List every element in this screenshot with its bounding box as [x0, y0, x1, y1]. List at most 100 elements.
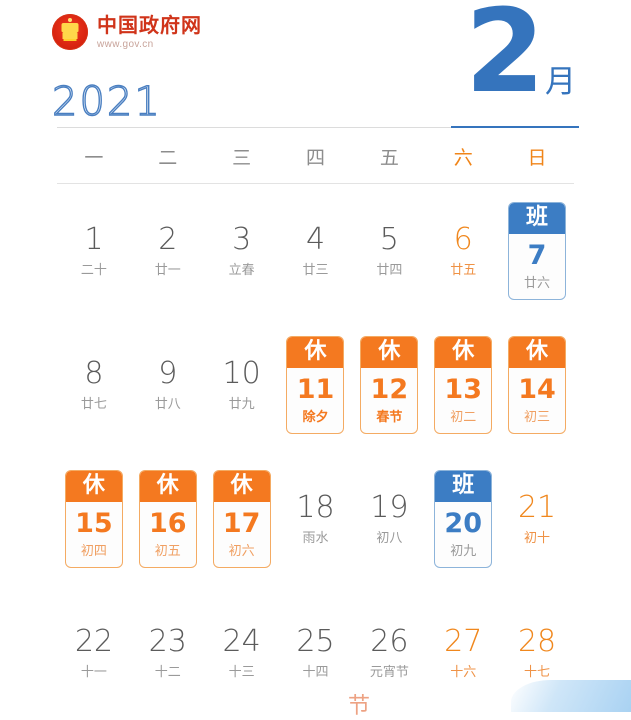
- day-plain: 6 廿五: [450, 225, 477, 278]
- day-lunar-label: 廿六: [524, 276, 551, 291]
- holiday-tag: 休: [361, 337, 418, 368]
- holiday-tag: 休: [509, 337, 566, 368]
- day-lunar-label: 廿五: [450, 263, 477, 278]
- day-plain: 26 元宵节: [369, 627, 409, 680]
- day-plain: 8 廿七: [80, 359, 107, 412]
- day-cell-4[interactable]: 4 廿三: [279, 184, 353, 318]
- day-holiday-box: 休 17 初六: [212, 470, 271, 568]
- workday-tag: 班: [509, 203, 566, 234]
- day-number: 27: [444, 624, 483, 659]
- day-plain: 9 廿八: [154, 356, 181, 412]
- day-cell-14[interactable]: 休 14 初三: [500, 318, 574, 452]
- day-lunar-label: 元宵节: [369, 665, 409, 680]
- site-title: 中国政府网: [97, 12, 202, 37]
- day-number: 23: [148, 624, 187, 659]
- day-cell-11[interactable]: 休 11 除夕: [279, 318, 353, 452]
- day-cell-7[interactable]: 班 7 廿六: [500, 184, 574, 318]
- day-cell-9[interactable]: 9 廿八: [131, 318, 205, 452]
- day-cell-24[interactable]: 24 十三: [205, 586, 279, 720]
- day-cell-19[interactable]: 19 初八: [352, 452, 426, 586]
- day-lunar-label: 廿四: [376, 263, 403, 278]
- day-cell-12[interactable]: 休 12 春节: [352, 318, 426, 452]
- day-lunar-label: 初二: [450, 410, 477, 425]
- day-number: 16: [148, 508, 187, 539]
- day-cell-23[interactable]: 23 十二: [131, 586, 205, 720]
- day-cell-5[interactable]: 5 廿四: [352, 184, 426, 318]
- day-lunar-label: 初三: [524, 410, 551, 425]
- day-holiday-box: 休 12 春节: [360, 336, 419, 434]
- day-number: 12: [370, 374, 409, 405]
- holiday-tag: 休: [65, 471, 122, 502]
- day-cell-1[interactable]: 1 二十: [57, 184, 131, 318]
- day-number: 7: [527, 240, 547, 271]
- day-lunar-label: 初四: [80, 544, 107, 559]
- day-cell-8[interactable]: 8 廿七: [57, 318, 131, 452]
- day-number: 11: [296, 374, 335, 405]
- day-cell-20[interactable]: 班 20 初九: [426, 452, 500, 586]
- day-plain: 18 雨水: [296, 493, 334, 546]
- day-lunar-label: 初十: [524, 531, 551, 546]
- holiday-tag: 休: [287, 337, 344, 368]
- day-lunar-label: 十七: [524, 665, 551, 680]
- day-plain: 3 立春: [229, 225, 255, 278]
- national-emblem-icon: [52, 14, 88, 50]
- day-plain: 22 十一: [75, 627, 113, 680]
- day-number: 21: [517, 490, 557, 525]
- day-cell-28[interactable]: 28 十七: [500, 586, 574, 720]
- day-lunar-label: 除夕: [302, 410, 329, 425]
- holiday-tag: 休: [435, 337, 492, 368]
- site-brand[interactable]: 中国政府网 www.gov.cn: [52, 14, 202, 50]
- month-number: 2: [464, 0, 545, 119]
- day-cell-3[interactable]: 3 立春: [205, 184, 279, 318]
- day-number: 9: [158, 356, 178, 391]
- day-cell-16[interactable]: 休 16 初五: [131, 452, 205, 586]
- day-cell-13[interactable]: 休 13 初二: [426, 318, 500, 452]
- day-plain: 2 廿一: [155, 222, 181, 278]
- holiday-tag: 休: [139, 471, 196, 502]
- weekday-3: 三: [232, 147, 252, 169]
- weekday-2: 二: [158, 147, 178, 169]
- day-cell-27[interactable]: 27 十六: [426, 586, 500, 720]
- day-plain: 5 廿四: [376, 225, 403, 278]
- day-number: 25: [296, 624, 335, 659]
- day-cell-22[interactable]: 22 十一: [57, 586, 131, 720]
- calendar-year: 2021: [51, 79, 162, 125]
- weekday-1: 一: [84, 147, 104, 169]
- day-cell-10[interactable]: 10 廿九: [205, 318, 279, 452]
- day-cell-2[interactable]: 2 廿一: [131, 184, 205, 318]
- day-number: 28: [517, 624, 557, 659]
- day-number: 2: [158, 222, 178, 257]
- day-cell-21[interactable]: 21 初十: [500, 452, 574, 586]
- day-lunar-label: 春节: [376, 410, 403, 425]
- day-lunar-label: 二十: [80, 263, 107, 278]
- header-divider-accent: [451, 126, 579, 128]
- day-cell-25[interactable]: 25 十四: [279, 586, 353, 720]
- day-lunar-label: 初六: [228, 544, 255, 559]
- day-number: 15: [75, 508, 113, 539]
- calendar-header: 中国政府网 www.gov.cn 2021 2 月: [0, 0, 631, 130]
- day-plain: 24 十三: [223, 627, 261, 680]
- day-holiday-box: 休 13 初二: [434, 336, 493, 434]
- day-plain: 21 初十: [517, 490, 557, 546]
- day-plain: 28 十七: [517, 624, 557, 680]
- day-lunar-label: 十四: [302, 665, 329, 680]
- day-holiday-box: 休 16 初五: [138, 470, 197, 568]
- day-holiday-box: 休 11 除夕: [286, 336, 345, 434]
- day-cell-17[interactable]: 休 17 初六: [205, 452, 279, 586]
- day-lunar-label: 十三: [228, 665, 255, 680]
- day-number: 17: [222, 508, 261, 539]
- day-holiday-box: 休 15 初四: [64, 470, 123, 568]
- day-lunar-label: 廿九: [228, 397, 255, 412]
- day-cell-18[interactable]: 18 雨水: [279, 452, 353, 586]
- bottom-partial-glyph: 节: [348, 694, 372, 719]
- holiday-tag: 休: [213, 471, 270, 502]
- day-lunar-label: 廿八: [154, 397, 181, 412]
- calendar-grid: 1 二十 2 廿一 3 立春 4 廿三 5 廿四 6 廿五班 7 廿六 8 廿七 9 廿八 10 廿九休 11 除夕休 12…: [57, 184, 574, 720]
- brand-text: 中国政府网 www.gov.cn: [97, 15, 202, 50]
- day-lunar-label: 廿七: [80, 397, 107, 412]
- day-cell-15[interactable]: 休 15 初四: [57, 452, 131, 586]
- day-workday-box: 班 20 初九: [434, 470, 493, 568]
- day-cell-6[interactable]: 6 廿五: [426, 184, 500, 318]
- day-number: 10: [222, 356, 261, 391]
- day-number: 19: [370, 490, 409, 525]
